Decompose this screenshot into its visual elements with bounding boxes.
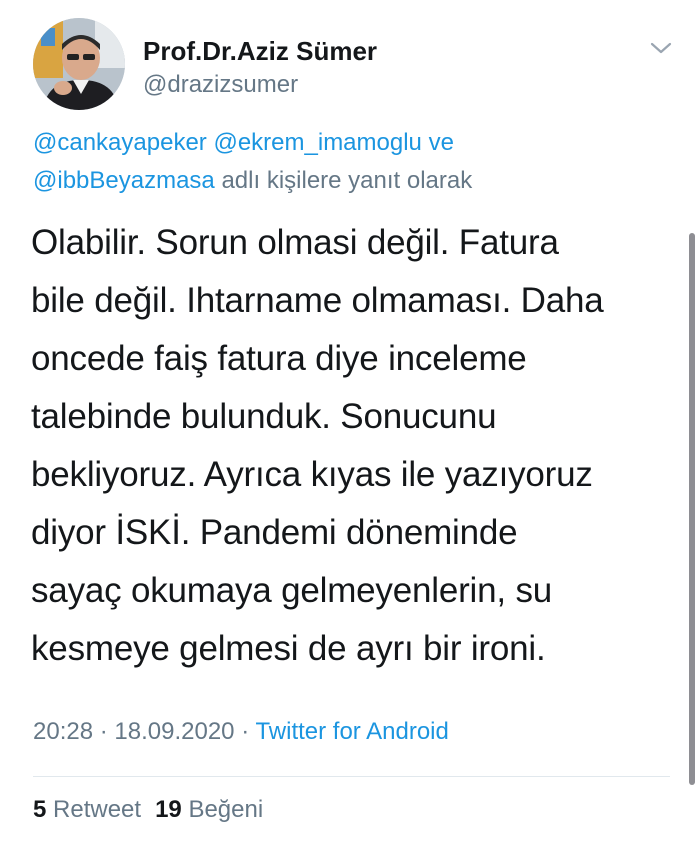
scrollbar[interactable] xyxy=(689,233,695,785)
author-handle[interactable]: @drazizsumer xyxy=(143,71,298,99)
like-label: Beğeni xyxy=(188,796,264,823)
retweet-label: Retweet xyxy=(53,796,142,823)
tweet-line: bekliyoruz. Ayrıca kıyas ile yazıyoruz xyxy=(31,455,593,494)
retweets-stat[interactable]: 5 Retweet xyxy=(33,796,141,823)
avatar[interactable] xyxy=(33,18,125,110)
mention-ekrem-imamoglu[interactable]: @ekrem_imamoglu xyxy=(213,129,421,156)
author-display-name[interactable]: Prof.Dr.Aziz Sümer xyxy=(143,36,377,67)
meta-separator: · xyxy=(99,718,108,745)
tweet-line: oncede faiş fatura diye inceleme xyxy=(31,339,527,378)
mention-cankayapeker[interactable]: @cankayapeker xyxy=(33,129,207,156)
tweet-source-link[interactable]: Twitter for Android xyxy=(255,718,448,745)
likes-stat[interactable]: 19 Beğeni xyxy=(155,796,263,823)
mention-ibbbeyazmasa[interactable]: @ibbBeyazmasa xyxy=(33,167,215,194)
tweet-line: bile değil. Ihtarname olmaması. Daha xyxy=(31,281,604,320)
reply-context: @cankayapeker @ekrem_imamoglu ve @ibbBey… xyxy=(33,124,663,200)
meta-separator: · xyxy=(241,718,250,745)
tweet-line: diyor İSKİ. Pandemi döneminde xyxy=(31,513,518,552)
tweet-line: kesmeye gelmesi de ayrı bir ironi. xyxy=(31,629,546,668)
retweet-count: 5 xyxy=(33,796,47,823)
tweet-time: 20:28 xyxy=(33,718,94,745)
tweet-line: Olabilir. Sorun olmasi değil. Fatura xyxy=(31,223,559,262)
tweet-text: Olabilir. Sorun olmasi değil. Fatura bil… xyxy=(31,214,671,678)
reply-connector: ve xyxy=(428,129,454,156)
tweet-date: 18.09.2020 xyxy=(114,718,235,745)
tweet-line: talebinde bulunduk. Sonucunu xyxy=(31,397,497,436)
tweet-stats: 5 Retweet 19 Beğeni xyxy=(33,796,263,824)
tweet-line: sayaç okumaya gelmeyenlerin, su xyxy=(31,571,553,610)
profile-photo xyxy=(33,18,125,110)
chevron-down-icon[interactable] xyxy=(646,38,676,58)
divider xyxy=(33,776,670,777)
reply-suffix: adlı kişilere yanıt olarak xyxy=(221,167,473,194)
like-count: 19 xyxy=(155,796,182,823)
tweet-meta: 20:28 · 18.09.2020 · Twitter for Android xyxy=(33,718,449,746)
